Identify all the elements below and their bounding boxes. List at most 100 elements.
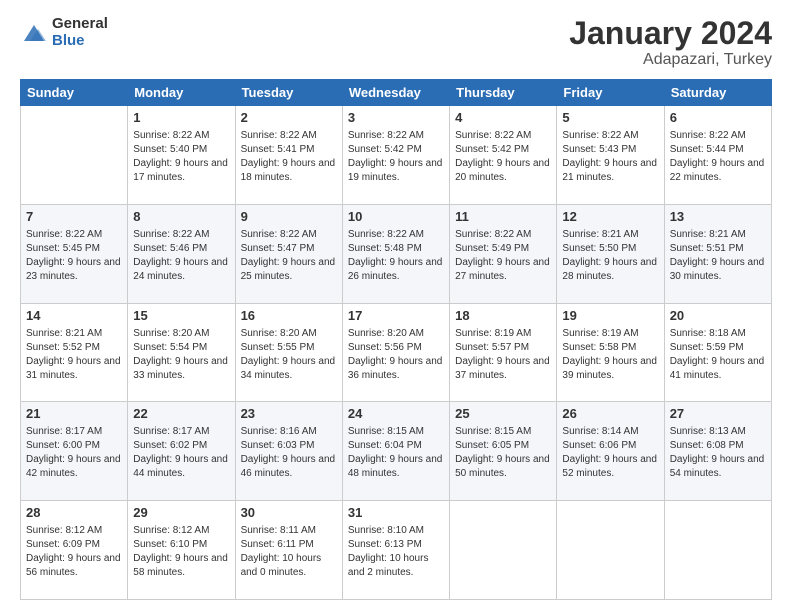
cell-info: Sunrise: 8:21 AMSunset: 5:50 PMDaylight:… xyxy=(562,228,658,284)
logo-icon xyxy=(20,19,48,47)
calendar-cell xyxy=(557,501,664,600)
cell-day-number: 12 xyxy=(562,208,658,227)
week-row-3: 14Sunrise: 8:21 AMSunset: 5:52 PMDayligh… xyxy=(21,303,772,402)
cell-day-number: 25 xyxy=(455,405,551,424)
calendar-cell xyxy=(21,106,128,205)
calendar-cell xyxy=(450,501,557,600)
calendar-cell: 13Sunrise: 8:21 AMSunset: 5:51 PMDayligh… xyxy=(664,204,771,303)
cell-info: Sunrise: 8:22 AMSunset: 5:45 PMDaylight:… xyxy=(26,228,122,284)
cell-day-number: 19 xyxy=(562,307,658,326)
cell-day-number: 18 xyxy=(455,307,551,326)
cell-day-number: 6 xyxy=(670,109,766,128)
cell-info: Sunrise: 8:22 AMSunset: 5:47 PMDaylight:… xyxy=(241,228,337,284)
cell-info: Sunrise: 8:10 AMSunset: 6:13 PMDaylight:… xyxy=(348,524,444,580)
cell-day-number: 28 xyxy=(26,504,122,523)
cell-day-number: 27 xyxy=(670,405,766,424)
cell-info: Sunrise: 8:13 AMSunset: 6:08 PMDaylight:… xyxy=(670,425,766,481)
cell-day-number: 3 xyxy=(348,109,444,128)
calendar-cell: 19Sunrise: 8:19 AMSunset: 5:58 PMDayligh… xyxy=(557,303,664,402)
title-block: January 2024 Adapazari, Turkey xyxy=(569,16,772,69)
day-header-friday: Friday xyxy=(557,80,664,106)
cell-day-number: 29 xyxy=(133,504,229,523)
calendar-cell: 23Sunrise: 8:16 AMSunset: 6:03 PMDayligh… xyxy=(235,402,342,501)
day-header-monday: Monday xyxy=(128,80,235,106)
calendar-cell xyxy=(664,501,771,600)
calendar-cell: 31Sunrise: 8:10 AMSunset: 6:13 PMDayligh… xyxy=(342,501,449,600)
cell-info: Sunrise: 8:17 AMSunset: 6:02 PMDaylight:… xyxy=(133,425,229,481)
cell-info: Sunrise: 8:22 AMSunset: 5:46 PMDaylight:… xyxy=(133,228,229,284)
page: General Blue January 2024 Adapazari, Tur… xyxy=(0,0,792,612)
calendar-cell: 14Sunrise: 8:21 AMSunset: 5:52 PMDayligh… xyxy=(21,303,128,402)
logo-text: General Blue xyxy=(52,16,108,49)
cell-day-number: 21 xyxy=(26,405,122,424)
cell-info: Sunrise: 8:17 AMSunset: 6:00 PMDaylight:… xyxy=(26,425,122,481)
day-header-saturday: Saturday xyxy=(664,80,771,106)
cell-info: Sunrise: 8:19 AMSunset: 5:57 PMDaylight:… xyxy=(455,327,551,383)
cell-day-number: 2 xyxy=(241,109,337,128)
cell-day-number: 1 xyxy=(133,109,229,128)
calendar-cell: 6Sunrise: 8:22 AMSunset: 5:44 PMDaylight… xyxy=(664,106,771,205)
calendar-cell: 25Sunrise: 8:15 AMSunset: 6:05 PMDayligh… xyxy=(450,402,557,501)
calendar-cell: 4Sunrise: 8:22 AMSunset: 5:42 PMDaylight… xyxy=(450,106,557,205)
cell-info: Sunrise: 8:21 AMSunset: 5:51 PMDaylight:… xyxy=(670,228,766,284)
cell-day-number: 5 xyxy=(562,109,658,128)
cell-info: Sunrise: 8:12 AMSunset: 6:09 PMDaylight:… xyxy=(26,524,122,580)
title-month: January 2024 xyxy=(569,16,772,51)
calendar-cell: 5Sunrise: 8:22 AMSunset: 5:43 PMDaylight… xyxy=(557,106,664,205)
title-location: Adapazari, Turkey xyxy=(569,51,772,69)
calendar-cell: 27Sunrise: 8:13 AMSunset: 6:08 PMDayligh… xyxy=(664,402,771,501)
cell-day-number: 31 xyxy=(348,504,444,523)
cell-day-number: 7 xyxy=(26,208,122,227)
cell-info: Sunrise: 8:22 AMSunset: 5:49 PMDaylight:… xyxy=(455,228,551,284)
calendar-cell: 8Sunrise: 8:22 AMSunset: 5:46 PMDaylight… xyxy=(128,204,235,303)
cell-info: Sunrise: 8:21 AMSunset: 5:52 PMDaylight:… xyxy=(26,327,122,383)
week-row-1: 1Sunrise: 8:22 AMSunset: 5:40 PMDaylight… xyxy=(21,106,772,205)
cell-day-number: 13 xyxy=(670,208,766,227)
cell-day-number: 10 xyxy=(348,208,444,227)
calendar-cell: 28Sunrise: 8:12 AMSunset: 6:09 PMDayligh… xyxy=(21,501,128,600)
calendar-cell: 17Sunrise: 8:20 AMSunset: 5:56 PMDayligh… xyxy=(342,303,449,402)
cell-day-number: 16 xyxy=(241,307,337,326)
cell-info: Sunrise: 8:22 AMSunset: 5:40 PMDaylight:… xyxy=(133,129,229,185)
calendar-cell: 18Sunrise: 8:19 AMSunset: 5:57 PMDayligh… xyxy=(450,303,557,402)
cell-info: Sunrise: 8:22 AMSunset: 5:43 PMDaylight:… xyxy=(562,129,658,185)
cell-day-number: 30 xyxy=(241,504,337,523)
week-row-4: 21Sunrise: 8:17 AMSunset: 6:00 PMDayligh… xyxy=(21,402,772,501)
calendar-cell: 11Sunrise: 8:22 AMSunset: 5:49 PMDayligh… xyxy=(450,204,557,303)
cell-day-number: 15 xyxy=(133,307,229,326)
cell-info: Sunrise: 8:22 AMSunset: 5:42 PMDaylight:… xyxy=(455,129,551,185)
cell-info: Sunrise: 8:18 AMSunset: 5:59 PMDaylight:… xyxy=(670,327,766,383)
cell-info: Sunrise: 8:16 AMSunset: 6:03 PMDaylight:… xyxy=(241,425,337,481)
cell-day-number: 24 xyxy=(348,405,444,424)
calendar-cell: 12Sunrise: 8:21 AMSunset: 5:50 PMDayligh… xyxy=(557,204,664,303)
cell-info: Sunrise: 8:22 AMSunset: 5:48 PMDaylight:… xyxy=(348,228,444,284)
cell-info: Sunrise: 8:15 AMSunset: 6:04 PMDaylight:… xyxy=(348,425,444,481)
calendar-cell: 16Sunrise: 8:20 AMSunset: 5:55 PMDayligh… xyxy=(235,303,342,402)
calendar-cell: 15Sunrise: 8:20 AMSunset: 5:54 PMDayligh… xyxy=(128,303,235,402)
cell-info: Sunrise: 8:11 AMSunset: 6:11 PMDaylight:… xyxy=(241,524,337,580)
cell-info: Sunrise: 8:20 AMSunset: 5:56 PMDaylight:… xyxy=(348,327,444,383)
calendar-cell: 30Sunrise: 8:11 AMSunset: 6:11 PMDayligh… xyxy=(235,501,342,600)
cell-info: Sunrise: 8:22 AMSunset: 5:41 PMDaylight:… xyxy=(241,129,337,185)
calendar-cell: 2Sunrise: 8:22 AMSunset: 5:41 PMDaylight… xyxy=(235,106,342,205)
cell-day-number: 4 xyxy=(455,109,551,128)
cell-info: Sunrise: 8:20 AMSunset: 5:54 PMDaylight:… xyxy=(133,327,229,383)
cell-info: Sunrise: 8:19 AMSunset: 5:58 PMDaylight:… xyxy=(562,327,658,383)
cell-day-number: 9 xyxy=(241,208,337,227)
calendar-cell: 24Sunrise: 8:15 AMSunset: 6:04 PMDayligh… xyxy=(342,402,449,501)
calendar-cell: 29Sunrise: 8:12 AMSunset: 6:10 PMDayligh… xyxy=(128,501,235,600)
day-header-tuesday: Tuesday xyxy=(235,80,342,106)
logo-general-text: General xyxy=(52,16,108,33)
week-row-2: 7Sunrise: 8:22 AMSunset: 5:45 PMDaylight… xyxy=(21,204,772,303)
cell-day-number: 14 xyxy=(26,307,122,326)
cell-day-number: 20 xyxy=(670,307,766,326)
calendar-cell: 10Sunrise: 8:22 AMSunset: 5:48 PMDayligh… xyxy=(342,204,449,303)
calendar-table: SundayMondayTuesdayWednesdayThursdayFrid… xyxy=(20,79,772,600)
cell-info: Sunrise: 8:14 AMSunset: 6:06 PMDaylight:… xyxy=(562,425,658,481)
cell-day-number: 8 xyxy=(133,208,229,227)
calendar-cell: 26Sunrise: 8:14 AMSunset: 6:06 PMDayligh… xyxy=(557,402,664,501)
calendar-cell: 21Sunrise: 8:17 AMSunset: 6:00 PMDayligh… xyxy=(21,402,128,501)
calendar-cell: 22Sunrise: 8:17 AMSunset: 6:02 PMDayligh… xyxy=(128,402,235,501)
cell-info: Sunrise: 8:22 AMSunset: 5:44 PMDaylight:… xyxy=(670,129,766,185)
cell-day-number: 17 xyxy=(348,307,444,326)
